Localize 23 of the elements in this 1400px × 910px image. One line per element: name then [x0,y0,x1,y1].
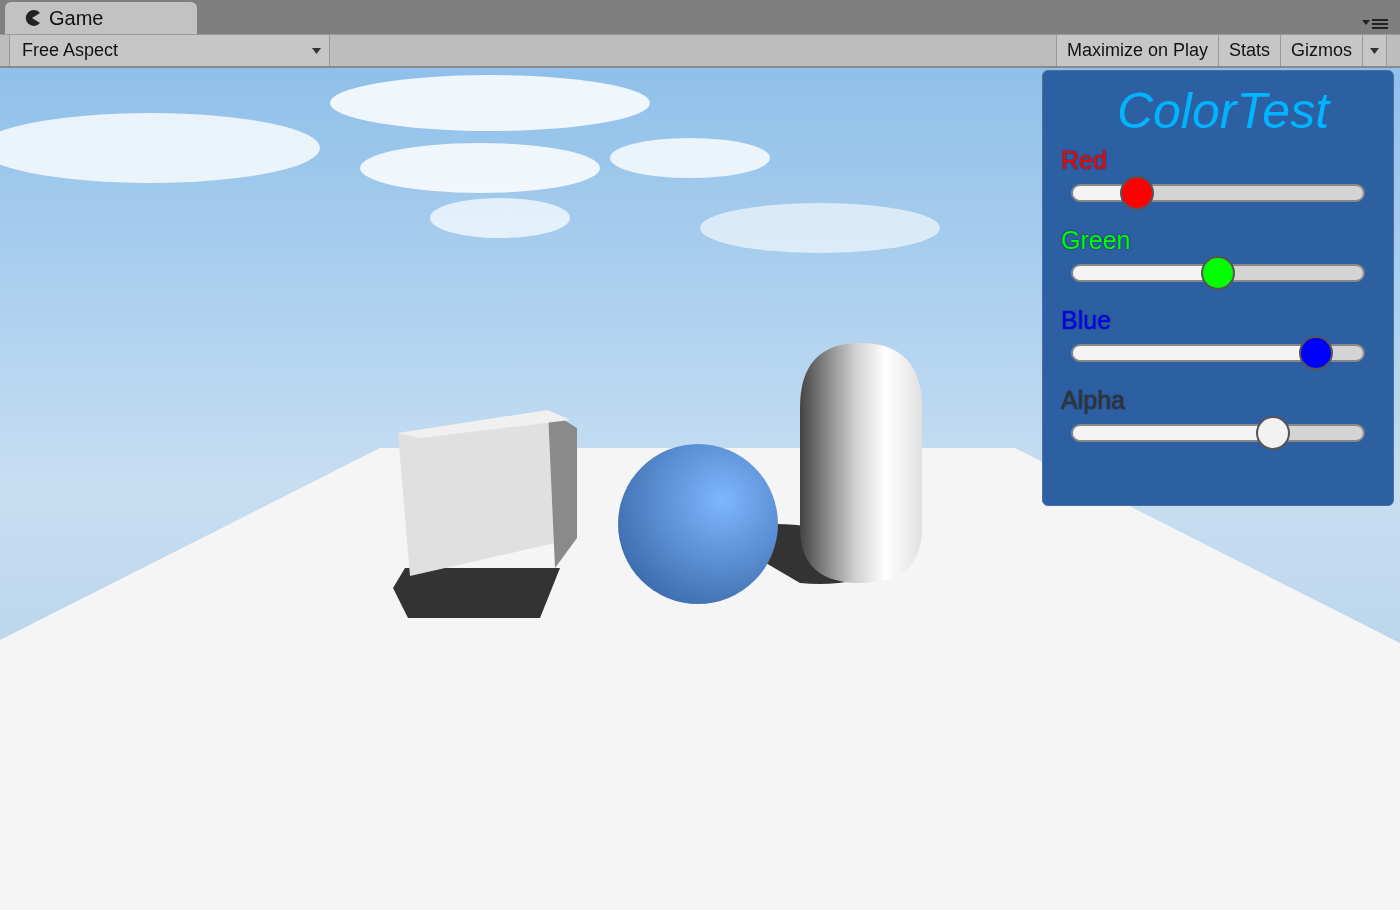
slider-label: Blue [1060,305,1113,335]
toolbar-button[interactable]: Gizmos [1280,35,1362,66]
slider-thumb[interactable] [1298,336,1333,370]
slider[interactable] [1071,175,1365,211]
slider[interactable] [1071,415,1365,451]
slider-label: Red [1060,145,1108,175]
toolbar-button[interactable]: Maximize on Play [1055,35,1218,66]
caret-icon [312,47,321,54]
menu-icon[interactable] [1362,18,1390,30]
slider-thumb[interactable] [1201,256,1235,290]
aspect-dropdown[interactable]: Free Aspect [10,35,330,66]
slider-label: Green [1060,225,1132,255]
game-tab[interactable]: Game [5,2,197,34]
slider[interactable] [1071,335,1365,371]
pacman-icon [23,9,41,27]
panel-title: ColorTest [1116,82,1330,141]
gizmos-dropdown-button[interactable] [1362,35,1386,66]
caret-icon [1370,47,1379,54]
slider[interactable] [1071,255,1365,291]
slider-label: Alpha [1060,385,1126,415]
toolbar-button[interactable]: Stats [1217,35,1280,66]
slider-thumb[interactable] [1255,416,1290,450]
slider-thumb[interactable] [1120,176,1155,210]
